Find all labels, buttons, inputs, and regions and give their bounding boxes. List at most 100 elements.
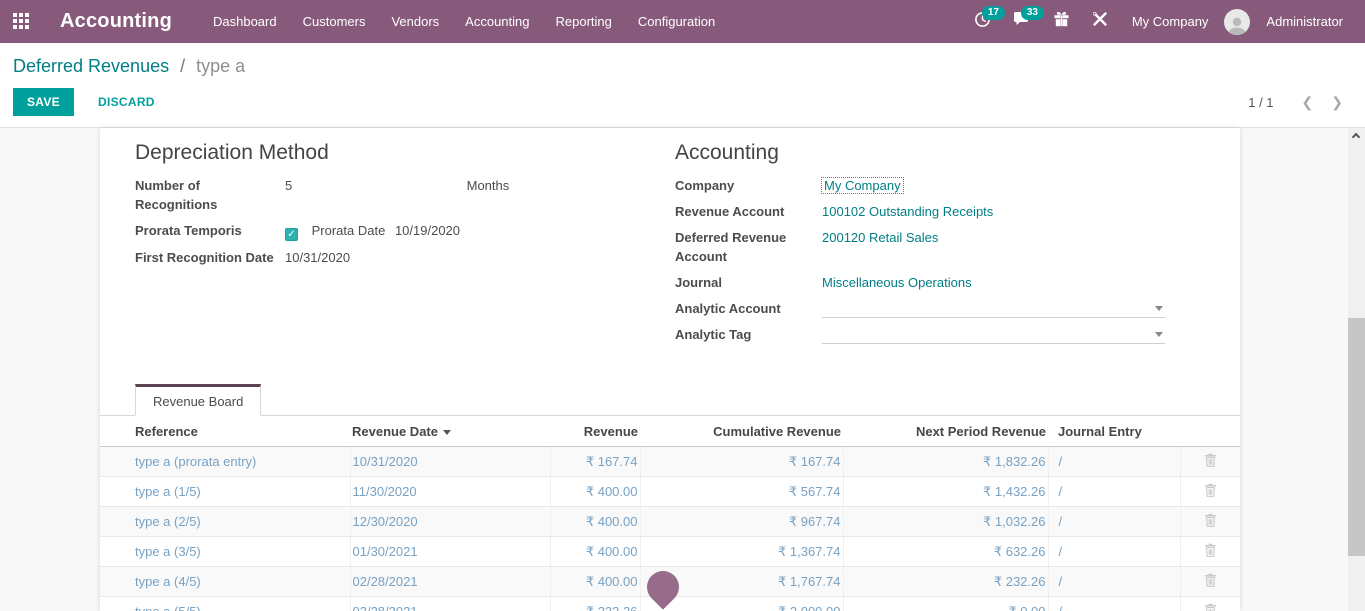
cell-next-period-revenue[interactable]: ₹ 0.00	[843, 597, 1048, 611]
delete-row-button[interactable]	[1204, 543, 1217, 557]
discard-button[interactable]: DISCARD	[88, 88, 165, 116]
col-revenue[interactable]: Revenue	[550, 416, 640, 447]
cell-journal-entry[interactable]: /	[1048, 477, 1180, 507]
field-deferred-revenue-account-link[interactable]: 200120 Retail Sales	[822, 230, 938, 245]
cell-reference[interactable]: type a (5/5)	[100, 597, 350, 611]
cell-revenue-date[interactable]: 02/28/2021	[350, 567, 550, 597]
label-analytic-tag: Analytic Tag	[675, 325, 822, 344]
cell-cumulative-revenue[interactable]: ₹ 567.74	[640, 477, 843, 507]
field-revenue-account-link[interactable]: 100102 Outstanding Receipts	[822, 204, 993, 219]
field-analytic-tag-select[interactable]	[822, 325, 1165, 344]
delete-row-button[interactable]	[1204, 453, 1217, 467]
cell-revenue-date[interactable]: 11/30/2020	[350, 477, 550, 507]
user-menu[interactable]: Administrator	[1256, 14, 1353, 29]
cell-revenue[interactable]: ₹ 232.26	[550, 597, 640, 611]
activity-menu[interactable]: 17	[966, 7, 999, 37]
save-button[interactable]: SAVE	[13, 88, 74, 116]
prorata-checkbox[interactable]: ✓	[285, 228, 298, 241]
label-journal: Journal	[675, 273, 822, 292]
cell-reference[interactable]: type a (2/5)	[100, 507, 350, 537]
col-reference[interactable]: Reference	[100, 416, 350, 447]
nav-item-dashboard[interactable]: Dashboard	[200, 14, 290, 29]
group-title-depreciation: Depreciation Method	[135, 141, 670, 165]
cell-journal-entry[interactable]: /	[1048, 537, 1180, 567]
cell-reference[interactable]: type a (4/5)	[100, 567, 350, 597]
cell-revenue-date[interactable]: 10/31/2020	[350, 447, 550, 477]
cell-cumulative-revenue[interactable]: ₹ 967.74	[640, 507, 843, 537]
company-switcher[interactable]: My Company	[1122, 14, 1219, 29]
table-row[interactable]: type a (3/5) 01/30/2021 ₹ 400.00 ₹ 1,367…	[100, 537, 1240, 567]
field-first-recognition-date[interactable]: 10/31/2020	[285, 248, 350, 267]
label-first-recognition-date: First Recognition Date	[135, 248, 285, 267]
cell-cumulative-revenue[interactable]: ₹ 1,367.74	[640, 537, 843, 567]
table-row[interactable]: type a (1/5) 11/30/2020 ₹ 400.00 ₹ 567.7…	[100, 477, 1240, 507]
scrollbar-thumb[interactable]	[1348, 318, 1365, 556]
nav-item-customers[interactable]: Customers	[290, 14, 379, 29]
col-cumulative-revenue[interactable]: Cumulative Revenue	[640, 416, 843, 447]
nav-item-accounting[interactable]: Accounting	[452, 14, 542, 29]
pager: 1 / 1 ❮ ❯	[1248, 95, 1343, 110]
cell-revenue-date[interactable]: 03/28/2021	[350, 597, 550, 611]
cell-journal-entry[interactable]: /	[1048, 507, 1180, 537]
cell-reference[interactable]: type a (prorata entry)	[100, 447, 350, 477]
table-row[interactable]: type a (2/5) 12/30/2020 ₹ 400.00 ₹ 967.7…	[100, 507, 1240, 537]
app-title[interactable]: Accounting	[60, 10, 172, 33]
label-analytic-account: Analytic Account	[675, 299, 822, 318]
cell-revenue[interactable]: ₹ 400.00	[550, 537, 640, 567]
avatar[interactable]	[1224, 9, 1250, 35]
delete-row-button[interactable]	[1204, 573, 1217, 587]
apps-menu-icon[interactable]	[13, 13, 30, 30]
field-number-unit: Months	[467, 176, 510, 195]
label-number-of-recognitions: Number of Recognitions	[135, 176, 285, 214]
nav-item-vendors[interactable]: Vendors	[378, 14, 452, 29]
tab-revenue-board[interactable]: Revenue Board	[135, 384, 261, 416]
gift-menu[interactable]	[1045, 7, 1078, 36]
cell-journal-entry[interactable]: /	[1048, 597, 1180, 611]
nav-item-reporting[interactable]: Reporting	[543, 14, 625, 29]
cell-cumulative-revenue[interactable]: ₹ 167.74	[640, 447, 843, 477]
cell-revenue-date[interactable]: 01/30/2021	[350, 537, 550, 567]
activity-badge: 17	[982, 6, 1005, 20]
field-journal-link[interactable]: Miscellaneous Operations	[822, 275, 972, 290]
cell-revenue[interactable]: ₹ 400.00	[550, 477, 640, 507]
cell-revenue[interactable]: ₹ 167.74	[550, 447, 640, 477]
group-title-accounting: Accounting	[675, 141, 1240, 165]
vertical-scrollbar[interactable]	[1348, 128, 1365, 611]
col-next-period-revenue[interactable]: Next Period Revenue	[843, 416, 1048, 447]
label-prorata-date: Prorata Date	[312, 223, 386, 238]
cell-next-period-revenue[interactable]: ₹ 232.26	[843, 567, 1048, 597]
cell-journal-entry[interactable]: /	[1048, 447, 1180, 477]
tools-menu[interactable]	[1084, 7, 1116, 36]
nav-item-configuration[interactable]: Configuration	[625, 14, 728, 29]
messages-menu[interactable]: 33	[1005, 7, 1039, 36]
cell-revenue-date[interactable]: 12/30/2020	[350, 507, 550, 537]
cell-next-period-revenue[interactable]: ₹ 1,032.26	[843, 507, 1048, 537]
cell-revenue[interactable]: ₹ 400.00	[550, 567, 640, 597]
scroll-up-icon[interactable]	[1352, 133, 1360, 141]
delete-row-button[interactable]	[1204, 513, 1217, 527]
cell-reference[interactable]: type a (1/5)	[100, 477, 350, 507]
pager-next-icon[interactable]: ❯	[1331, 95, 1343, 109]
cell-revenue[interactable]: ₹ 400.00	[550, 507, 640, 537]
col-journal-entry[interactable]: Journal Entry	[1048, 416, 1180, 447]
cell-next-period-revenue[interactable]: ₹ 1,432.26	[843, 477, 1048, 507]
field-prorata-date[interactable]: 10/19/2020	[395, 223, 460, 238]
col-revenue-date[interactable]: Revenue Date	[350, 416, 550, 447]
field-company-link[interactable]: My Company	[822, 178, 903, 193]
top-menu: DashboardCustomersVendorsAccountingRepor…	[200, 14, 728, 29]
field-analytic-account-select[interactable]	[822, 299, 1165, 318]
group-depreciation-method: Depreciation Method Number of Recognitio…	[100, 134, 670, 351]
delete-row-button[interactable]	[1204, 603, 1217, 611]
pager-prev-icon[interactable]: ❮	[1302, 95, 1314, 109]
pager-count: 1 / 1	[1248, 95, 1273, 110]
cell-next-period-revenue[interactable]: ₹ 1,832.26	[843, 447, 1048, 477]
cell-reference[interactable]: type a (3/5)	[100, 537, 350, 567]
cell-journal-entry[interactable]: /	[1048, 567, 1180, 597]
delete-row-button[interactable]	[1204, 483, 1217, 497]
notebook-tabs: Revenue Board	[100, 384, 1240, 416]
field-number-of-recognitions[interactable]: 5 Months	[285, 176, 509, 214]
table-row[interactable]: type a (prorata entry) 10/31/2020 ₹ 167.…	[100, 447, 1240, 477]
cell-next-period-revenue[interactable]: ₹ 632.26	[843, 537, 1048, 567]
breadcrumb-current: type a	[196, 56, 245, 76]
breadcrumb-parent[interactable]: Deferred Revenues	[13, 56, 169, 76]
